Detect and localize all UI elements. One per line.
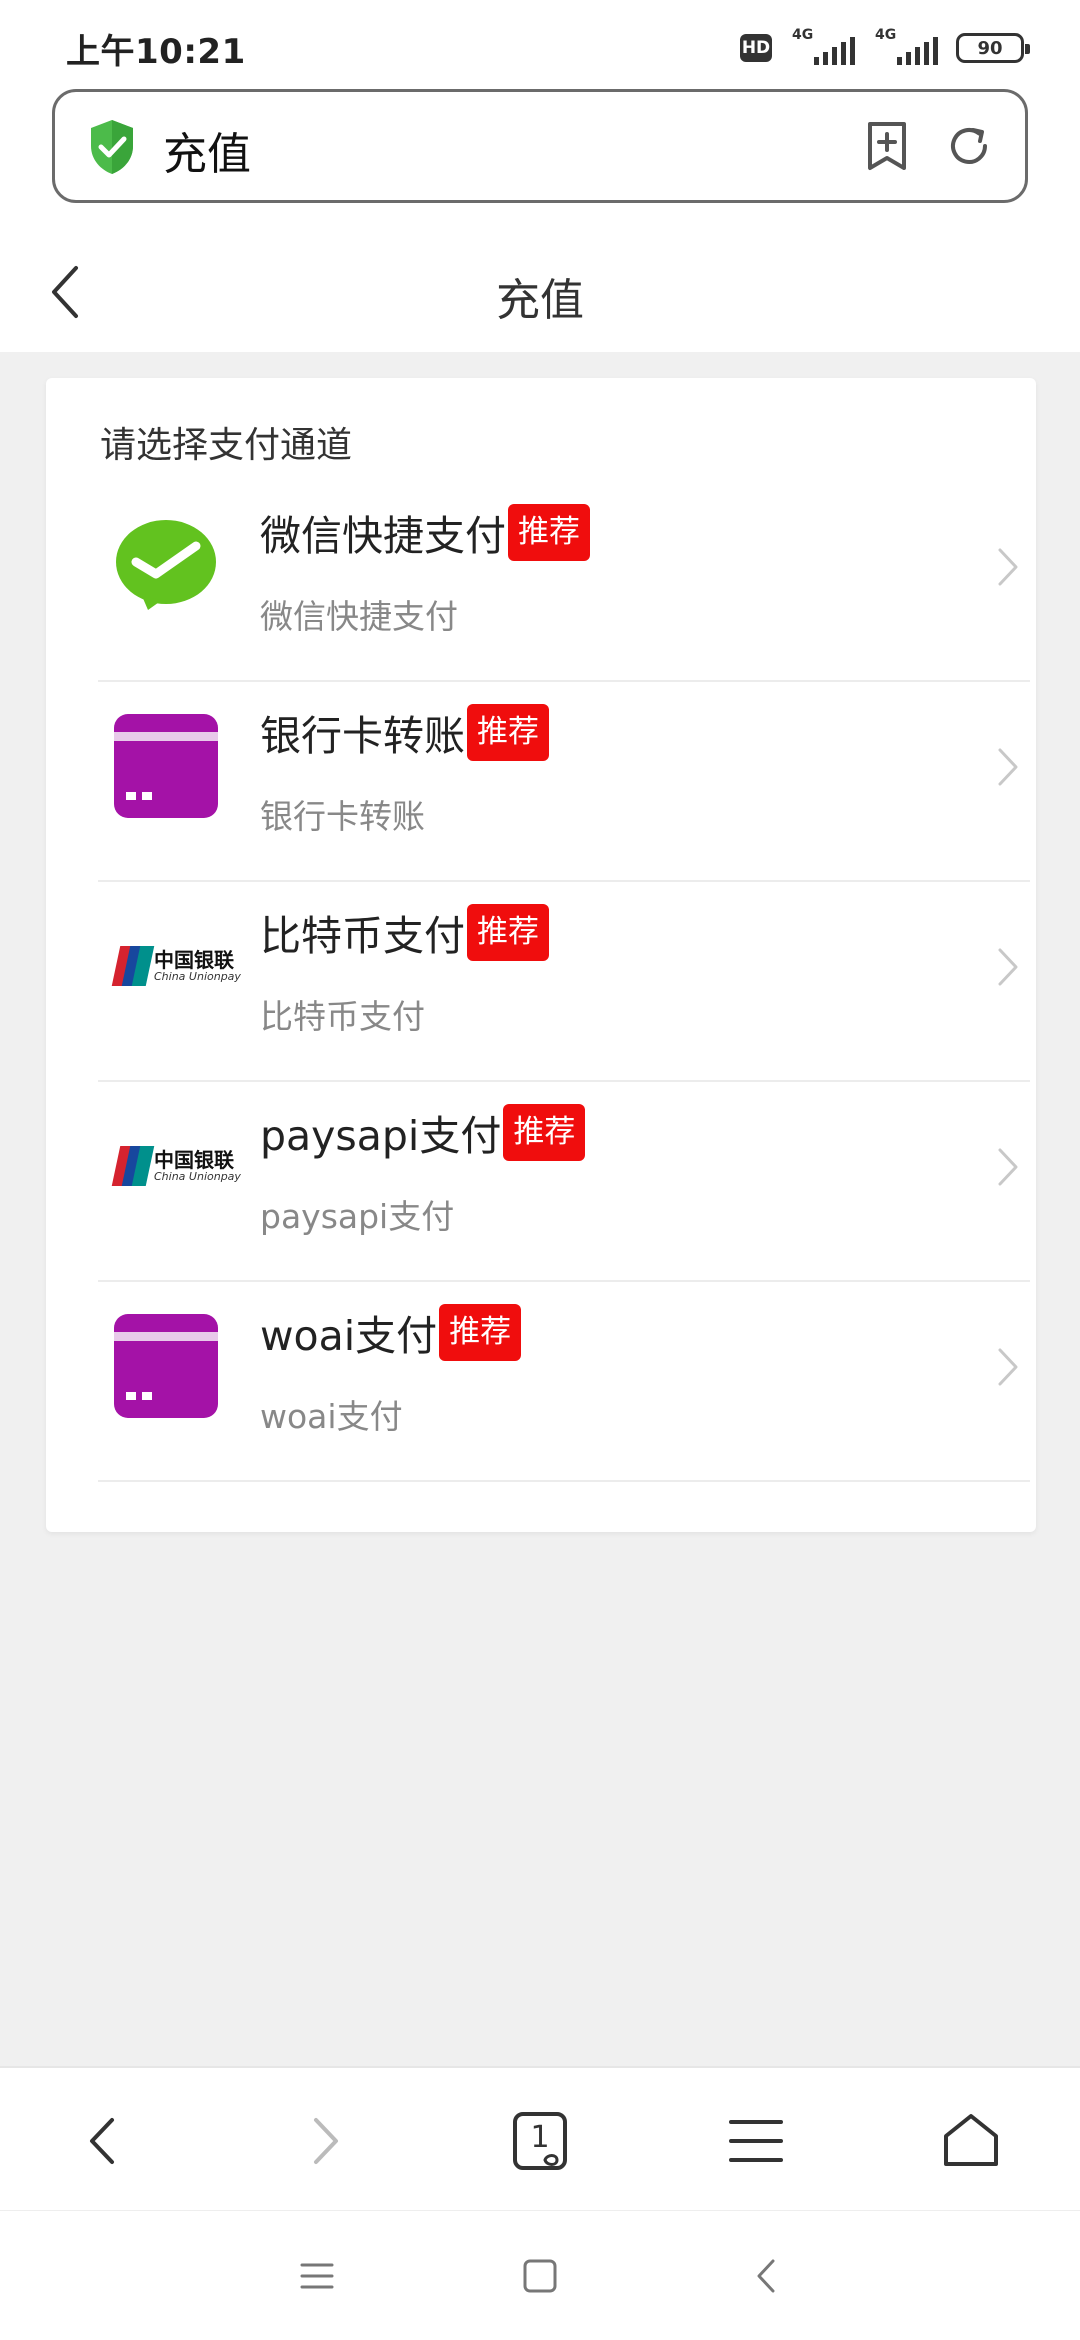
recent-apps-icon[interactable] bbox=[292, 2251, 342, 2301]
unionpay-cn-text: 中国银联 bbox=[154, 948, 234, 972]
hd-icon: HD bbox=[740, 34, 772, 62]
home-icon[interactable] bbox=[515, 2251, 565, 2301]
unionpay-icon: 中国银联 China Unionpay bbox=[111, 946, 241, 986]
system-navigation-bar bbox=[0, 2210, 1080, 2340]
page-title: 充值 bbox=[496, 275, 584, 326]
channel-subtitle: paysapi支付 bbox=[260, 1197, 455, 1236]
channel-subtitle: 微信快捷支付 bbox=[260, 597, 458, 636]
channel-name: paysapi支付 bbox=[260, 1112, 502, 1160]
address-bar[interactable]: 充值 bbox=[52, 89, 1028, 203]
battery-icon: 90 bbox=[956, 33, 1030, 63]
recommend-badge: 推荐 bbox=[467, 703, 549, 761]
menu-icon[interactable] bbox=[723, 2108, 789, 2174]
status-icons: HD 4G 4G 90 bbox=[740, 27, 1030, 66]
recommend-badge: 推荐 bbox=[503, 1103, 586, 1161]
wechat-pay-icon bbox=[116, 520, 216, 610]
unionpay-en-text: China Unionpay bbox=[154, 970, 241, 983]
card-heading: 请选择支付通道 bbox=[100, 425, 353, 466]
address-bar-title: 充值 bbox=[163, 129, 251, 180]
network-type-label: 4G bbox=[792, 27, 814, 43]
channel-name: 银行卡转账 bbox=[260, 712, 465, 760]
bookmark-add-icon[interactable] bbox=[865, 120, 909, 172]
recommend-badge: 推荐 bbox=[439, 1303, 522, 1361]
tabs-button[interactable]: 1 bbox=[507, 2108, 573, 2174]
network-type-label: 4G bbox=[875, 27, 897, 43]
payment-channel-bitcoin[interactable]: 中国银联 China Unionpay 比特币支付 推荐 比特币支付 bbox=[98, 882, 1030, 1082]
payment-channel-bank-transfer[interactable]: 银行卡转账 推荐 银行卡转账 bbox=[98, 682, 1030, 882]
payment-channel-woai[interactable]: woai支付 推荐 woai支付 bbox=[98, 1282, 1030, 1482]
chevron-right-icon bbox=[998, 1148, 1018, 1186]
back-icon[interactable] bbox=[743, 2251, 793, 2301]
payment-channel-wechat[interactable]: 微信快捷支付 推荐 微信快捷支付 bbox=[98, 482, 1030, 682]
status-time: 上午10:21 bbox=[66, 32, 246, 72]
chevron-right-icon bbox=[998, 948, 1018, 986]
channel-subtitle: woai支付 bbox=[260, 1397, 403, 1436]
status-bar: 上午10:21 HD 4G 4G 90 bbox=[0, 0, 1080, 88]
shield-check-icon bbox=[91, 120, 133, 174]
tab-count: 1 bbox=[530, 2120, 550, 2155]
recommend-badge: 推荐 bbox=[467, 903, 549, 961]
recommend-badge: 推荐 bbox=[508, 503, 590, 561]
unionpay-cn-text: 中国银联 bbox=[154, 1148, 234, 1172]
channel-name: 微信快捷支付 bbox=[260, 512, 506, 560]
bank-card-icon bbox=[114, 1314, 218, 1418]
forward-icon[interactable] bbox=[290, 2108, 356, 2174]
chevron-right-icon bbox=[998, 748, 1018, 786]
channel-name: 比特币支付 bbox=[260, 912, 465, 960]
browser-toolbar: 1 bbox=[0, 2066, 1080, 2210]
chevron-right-icon bbox=[998, 548, 1018, 586]
bank-card-icon bbox=[114, 714, 218, 818]
battery-level: 90 bbox=[977, 37, 1003, 59]
back-icon[interactable] bbox=[72, 2108, 138, 2174]
page-header: 充值 bbox=[0, 230, 1080, 352]
channel-name: woai支付 bbox=[260, 1312, 438, 1360]
signal-icon: 4G bbox=[873, 27, 938, 65]
refresh-icon[interactable] bbox=[945, 122, 993, 170]
unionpay-en-text: China Unionpay bbox=[154, 1170, 241, 1183]
unionpay-icon: 中国银联 China Unionpay bbox=[111, 1146, 241, 1186]
channel-subtitle: 银行卡转账 bbox=[260, 797, 425, 836]
signal-icon: 4G bbox=[790, 27, 855, 65]
browser-address-area: 充值 bbox=[0, 88, 1080, 230]
channel-subtitle: 比特币支付 bbox=[260, 997, 425, 1036]
home-icon[interactable] bbox=[938, 2108, 1004, 2174]
payment-channel-paysapi[interactable]: 中国银联 China Unionpay paysapi支付 推荐 paysapi… bbox=[98, 1082, 1030, 1282]
payment-channel-card: 请选择支付通道 微信快捷支付 推荐 微信快捷支付 银行卡转账 推荐 银行卡转账 bbox=[46, 378, 1036, 1532]
chevron-right-icon bbox=[998, 1348, 1018, 1386]
